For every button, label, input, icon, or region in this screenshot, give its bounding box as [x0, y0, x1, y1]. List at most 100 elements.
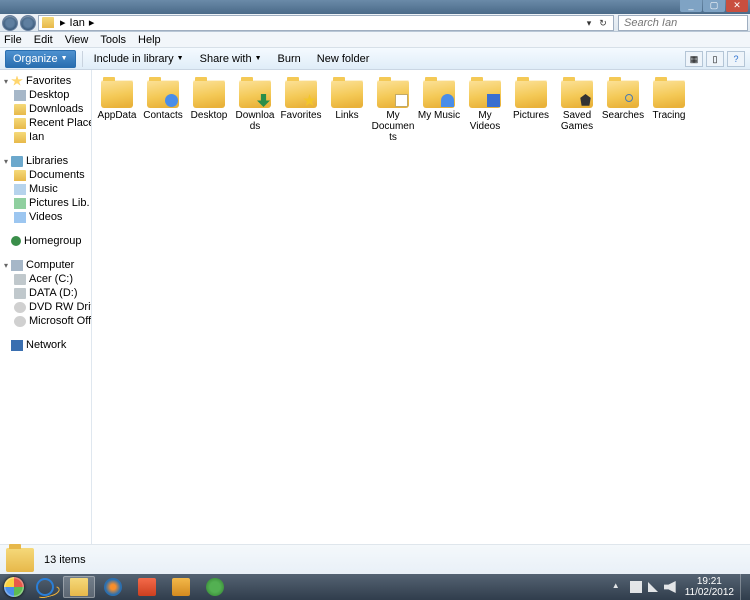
taskbar-app1[interactable] — [131, 576, 163, 598]
nav-favorites[interactable]: ▾Favorites — [0, 74, 91, 88]
item-links[interactable]: Links — [325, 80, 369, 143]
clock-date: 11/02/2012 — [685, 587, 734, 598]
item-downloads[interactable]: Downloads — [233, 80, 277, 143]
explorer-icon — [70, 578, 88, 596]
action-center-icon[interactable] — [630, 581, 642, 593]
icon-view: AppData Contacts Desktop Downloads Favor… — [94, 78, 748, 149]
music-icon — [14, 184, 26, 195]
nav-drive-d[interactable]: DATA (D:) — [0, 286, 91, 300]
menu-tools[interactable]: Tools — [100, 34, 126, 46]
volume-icon[interactable] — [664, 581, 676, 593]
taskbar-app3[interactable] — [199, 576, 231, 598]
burn-button[interactable]: Burn — [271, 51, 308, 67]
nav-network[interactable]: Network — [0, 338, 91, 352]
address-drop-button[interactable]: ▾ — [582, 16, 596, 30]
status-bar: 13 items — [0, 544, 750, 574]
nav-computer[interactable]: ▾Computer — [0, 258, 91, 272]
item-pictures[interactable]: Pictures — [509, 80, 553, 143]
item-favorites[interactable]: Favorites — [279, 80, 323, 143]
nav-dvd-drive[interactable]: DVD RW Drive (F:) Pi — [0, 300, 91, 314]
folder-icon — [331, 80, 363, 108]
menu-bar: File Edit View Tools Help — [0, 32, 750, 48]
organize-button[interactable]: Organize▼ — [5, 50, 76, 68]
drive-icon — [14, 274, 26, 285]
item-desktop[interactable]: Desktop — [187, 80, 231, 143]
item-contacts[interactable]: Contacts — [141, 80, 185, 143]
folder-icon — [515, 80, 547, 108]
documents-icon — [14, 170, 26, 181]
nav-pictures-lib[interactable]: Pictures Lib. — [0, 196, 91, 210]
nav-desktop[interactable]: Desktop — [0, 88, 91, 102]
network-tray-icon[interactable] — [648, 582, 658, 592]
folder-icon — [14, 118, 26, 129]
clock[interactable]: 19:21 11/02/2012 — [685, 576, 734, 598]
nav-ian[interactable]: Ian — [0, 130, 91, 144]
windows-orb-icon — [4, 577, 24, 597]
item-tracing[interactable]: Tracing — [647, 80, 691, 143]
item-appdata[interactable]: AppData — [95, 80, 139, 143]
minimize-button[interactable]: _ — [680, 0, 702, 12]
nav-downloads[interactable]: Downloads — [0, 102, 91, 116]
app-icon — [138, 578, 156, 596]
taskbar-wmp[interactable] — [97, 576, 129, 598]
nav-drive-c[interactable]: Acer (C:) — [0, 272, 91, 286]
search-input[interactable] — [622, 16, 750, 30]
separator — [82, 51, 83, 67]
address-bar[interactable]: ▸ Ian ▸ ▾ ↻ — [38, 15, 614, 31]
folder-icon — [285, 80, 317, 108]
menu-view[interactable]: View — [65, 34, 89, 46]
star-icon — [11, 76, 23, 87]
libraries-icon — [11, 156, 23, 167]
drive-icon — [14, 288, 26, 299]
help-button[interactable]: ? — [727, 51, 745, 67]
maximize-button[interactable]: ▢ — [703, 0, 725, 12]
nav-videos[interactable]: Videos — [0, 210, 91, 224]
share-with-button[interactable]: Share with▼ — [193, 51, 269, 67]
nav-music[interactable]: Music — [0, 182, 91, 196]
close-button[interactable]: ✕ — [726, 0, 748, 12]
change-view-button[interactable]: ▦ — [685, 51, 703, 67]
forward-button[interactable] — [20, 15, 36, 31]
folder-icon — [239, 80, 271, 108]
folder-icon — [14, 132, 26, 143]
new-folder-button[interactable]: New folder — [310, 51, 377, 67]
nav-bar: ▸ Ian ▸ ▾ ↻ — [0, 14, 750, 32]
item-my-documents[interactable]: My Documents — [371, 80, 415, 143]
folder-icon — [423, 80, 455, 108]
item-my-videos[interactable]: My Videos — [463, 80, 507, 143]
disc-icon — [14, 302, 26, 313]
menu-edit[interactable]: Edit — [34, 34, 53, 46]
search-box[interactable] — [618, 15, 748, 31]
wmp-icon — [104, 578, 122, 596]
refresh-button[interactable]: ↻ — [596, 16, 610, 30]
homegroup-icon — [11, 236, 21, 246]
item-my-music[interactable]: My Music — [417, 80, 461, 143]
folder-icon — [561, 80, 593, 108]
menu-file[interactable]: File — [4, 34, 22, 46]
folder-icon — [377, 80, 409, 108]
item-saved-games[interactable]: Saved Games — [555, 80, 599, 143]
nav-homegroup[interactable]: Homegroup — [0, 234, 91, 248]
include-library-button[interactable]: Include in library▼ — [87, 51, 191, 67]
start-button[interactable] — [0, 574, 28, 600]
nav-libraries[interactable]: ▾Libraries — [0, 154, 91, 168]
folder-icon — [101, 80, 133, 108]
taskbar-explorer[interactable] — [63, 576, 95, 598]
preview-pane-button[interactable]: ▯ — [706, 51, 724, 67]
pictures-icon — [14, 198, 26, 209]
item-searches[interactable]: Searches — [601, 80, 645, 143]
taskbar-app2[interactable] — [165, 576, 197, 598]
folder-icon — [147, 80, 179, 108]
show-desktop-button[interactable] — [740, 574, 746, 600]
taskbar-ie[interactable] — [29, 576, 61, 598]
nav-ms-office[interactable]: Microsoft Office 201 — [0, 314, 91, 328]
system-tray: ▲ 19:21 11/02/2012 — [609, 574, 750, 600]
nav-documents[interactable]: Documents — [0, 168, 91, 182]
nav-recent-places[interactable]: Recent Places — [0, 116, 91, 130]
menu-help[interactable]: Help — [138, 34, 161, 46]
app-icon — [172, 578, 190, 596]
content-area[interactable]: AppData Contacts Desktop Downloads Favor… — [92, 70, 750, 544]
folder-icon — [14, 104, 26, 115]
back-button[interactable] — [2, 15, 18, 31]
tray-overflow-button[interactable]: ▲ — [612, 581, 624, 593]
